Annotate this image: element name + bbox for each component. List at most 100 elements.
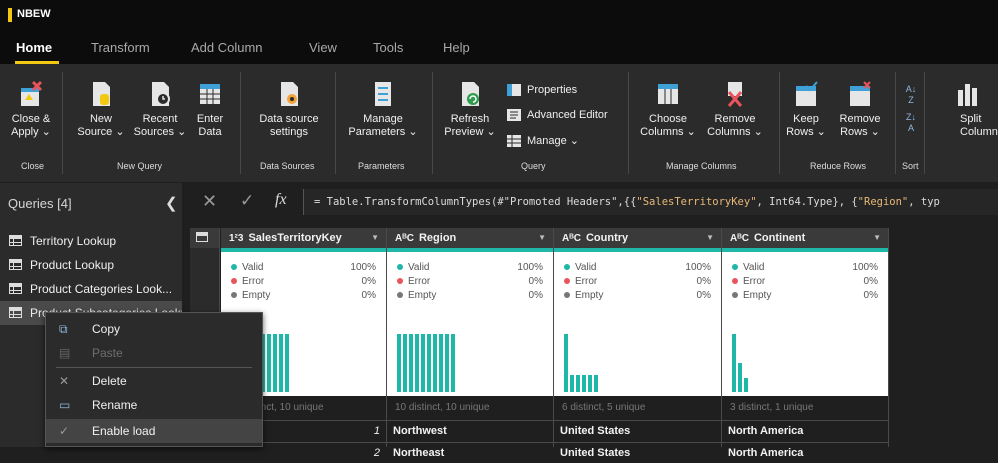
sort-descending-button[interactable]: Z↓ A	[901, 112, 921, 134]
sort-descending-icon: Z↓ A	[906, 112, 916, 133]
valid-percent: 100%	[517, 262, 543, 273]
valid-dot	[732, 264, 738, 270]
cancel-formula-icon[interactable]: ✕	[202, 191, 217, 212]
column-type-icon[interactable]: 1²3	[229, 233, 243, 244]
column-header[interactable]: AᴮC Region ▼	[387, 228, 553, 248]
column-filter-chevron-icon[interactable]: ▼	[371, 228, 379, 248]
commit-formula-icon[interactable]: ✓	[240, 191, 254, 211]
table-cell[interactable]: United States	[554, 420, 721, 440]
table-corner-menu[interactable]	[190, 228, 220, 248]
context-menu-delete[interactable]: ✕ Delete	[46, 369, 262, 393]
sort-ascending-button[interactable]: A↓ Z	[901, 84, 921, 106]
keep-rows-button[interactable]: Keep Rows ⌄	[786, 80, 826, 139]
query-item-product-categories-lookup[interactable]: Product Categories Look...	[0, 277, 182, 301]
context-menu-rename[interactable]: ▭ Rename	[46, 393, 262, 417]
choose-columns-button[interactable]: Choose Columns ⌄	[638, 80, 698, 139]
column-type-icon[interactable]: AᴮC	[730, 233, 749, 244]
histogram-bar	[594, 374, 598, 392]
enter-data-button[interactable]: Enter Data	[190, 80, 230, 139]
sort-ascending-icon: A↓ Z	[905, 84, 917, 105]
context-menu: ⧉ Copy ▤ Paste ✕ Delete ▭ Rename ✓ Enable loa…	[45, 312, 263, 447]
tab-help[interactable]: Help	[443, 40, 470, 55]
column-header[interactable]: AᴮC Continent ▼	[722, 228, 888, 248]
manage-parameters-icon	[375, 82, 391, 106]
table-cell[interactable]: United States	[554, 442, 721, 462]
ribbon-separator	[432, 72, 433, 174]
table-menu-icon	[196, 232, 208, 242]
tab-tools[interactable]: Tools	[373, 40, 403, 55]
histogram-bar	[433, 334, 437, 392]
new-source-button[interactable]: New Source ⌄	[72, 80, 130, 139]
group-label-sort: Sort	[902, 161, 919, 171]
column-type-icon[interactable]: AᴮC	[562, 233, 581, 244]
valid-percent: 100%	[852, 262, 878, 273]
formula-mid: , Int64.Type}, {	[756, 196, 858, 208]
query-item-territory-lookup[interactable]: Territory Lookup	[0, 229, 182, 253]
remove-columns-label: Remove Columns ⌄	[707, 113, 763, 138]
split-column-icon	[958, 84, 977, 106]
histogram-bar	[439, 334, 443, 392]
fx-icon[interactable]: fx	[275, 191, 287, 209]
group-label-query: Query	[521, 161, 546, 171]
column-filter-chevron-icon[interactable]: ▼	[706, 228, 714, 248]
ribbon-separator	[628, 72, 629, 174]
manage-parameters-button[interactable]: Manage Parameters ⌄	[342, 80, 424, 139]
rename-icon: ▭	[59, 398, 71, 412]
keep-rows-label: Keep Rows ⌄	[786, 113, 826, 138]
table-icon	[9, 235, 22, 246]
new-source-label: New Source ⌄	[77, 113, 125, 138]
new-source-icon	[93, 82, 110, 106]
context-menu-separator	[56, 367, 252, 368]
table-icon	[9, 307, 22, 318]
table-cell[interactable]: Northeast	[387, 442, 553, 462]
column-header[interactable]: AᴮC Country ▼	[554, 228, 721, 248]
column-filter-chevron-icon[interactable]: ▼	[873, 228, 881, 248]
tab-home[interactable]: Home	[16, 40, 52, 55]
close-apply-button[interactable]: Close & Apply ⌄	[8, 80, 54, 139]
table-cell[interactable]: North America	[722, 420, 888, 440]
manage-button[interactable]: Manage ⌄	[507, 134, 579, 148]
error-dot	[231, 278, 237, 284]
refresh-preview-label: Refresh Preview ⌄	[444, 113, 496, 138]
ribbon-separator	[924, 72, 925, 174]
close-apply-icon	[21, 80, 43, 106]
error-line: Error 0%	[231, 276, 376, 287]
split-column-button[interactable]: Split Column ⌄	[940, 80, 998, 139]
advanced-editor-button[interactable]: Advanced Editor	[507, 109, 608, 122]
error-percent: 0%	[863, 276, 878, 287]
tab-transform[interactable]: Transform	[91, 40, 150, 55]
table-cell[interactable]: Northwest	[387, 420, 553, 440]
valid-percent: 100%	[350, 262, 376, 273]
error-line: Error 0%	[397, 276, 543, 287]
tab-view[interactable]: View	[309, 40, 337, 55]
histogram-bar	[397, 334, 401, 392]
remove-rows-button[interactable]: Remove Rows ⌄	[832, 80, 888, 139]
properties-button[interactable]: Properties	[507, 84, 577, 97]
query-item-label: Product Lookup	[30, 258, 115, 272]
recent-sources-button[interactable]: Recent Sources ⌄	[130, 80, 190, 139]
choose-columns-label: Choose Columns ⌄	[640, 113, 696, 138]
column-name: Continent	[753, 232, 806, 244]
table-icon	[9, 259, 22, 270]
formula-input[interactable]: = Table.TransformColumnTypes(#"Promoted …	[303, 189, 998, 215]
context-menu-paste[interactable]: ▤ Paste	[46, 341, 262, 365]
collapse-pane-chevron-icon[interactable]: ❮	[165, 194, 178, 212]
histogram-bar	[415, 334, 419, 392]
valid-line: Valid 100%	[231, 262, 376, 273]
refresh-preview-button[interactable]: Refresh Preview ⌄	[440, 80, 500, 139]
query-item-product-lookup[interactable]: Product Lookup	[0, 253, 182, 277]
recent-sources-icon	[152, 82, 170, 106]
column-type-icon[interactable]: AᴮC	[395, 233, 414, 244]
ribbon-separator	[335, 72, 336, 174]
empty-label: Empty	[575, 290, 604, 301]
tab-add-column[interactable]: Add Column	[191, 40, 263, 55]
context-menu-enable-load[interactable]: ✓ Enable load	[46, 419, 262, 443]
column-filter-chevron-icon[interactable]: ▼	[538, 228, 546, 248]
data-source-settings-button[interactable]: Data source settings	[250, 80, 328, 139]
table-cell[interactable]: North America	[722, 442, 888, 462]
remove-columns-button[interactable]: Remove Columns ⌄	[700, 80, 770, 139]
empty-label: Empty	[743, 290, 772, 301]
column-header[interactable]: 1²3 SalesTerritoryKey ▼	[221, 228, 386, 248]
context-menu-copy[interactable]: ⧉ Copy	[46, 317, 262, 341]
formula-prefix: = Table.TransformColumnTypes(#"Promoted …	[314, 196, 637, 208]
